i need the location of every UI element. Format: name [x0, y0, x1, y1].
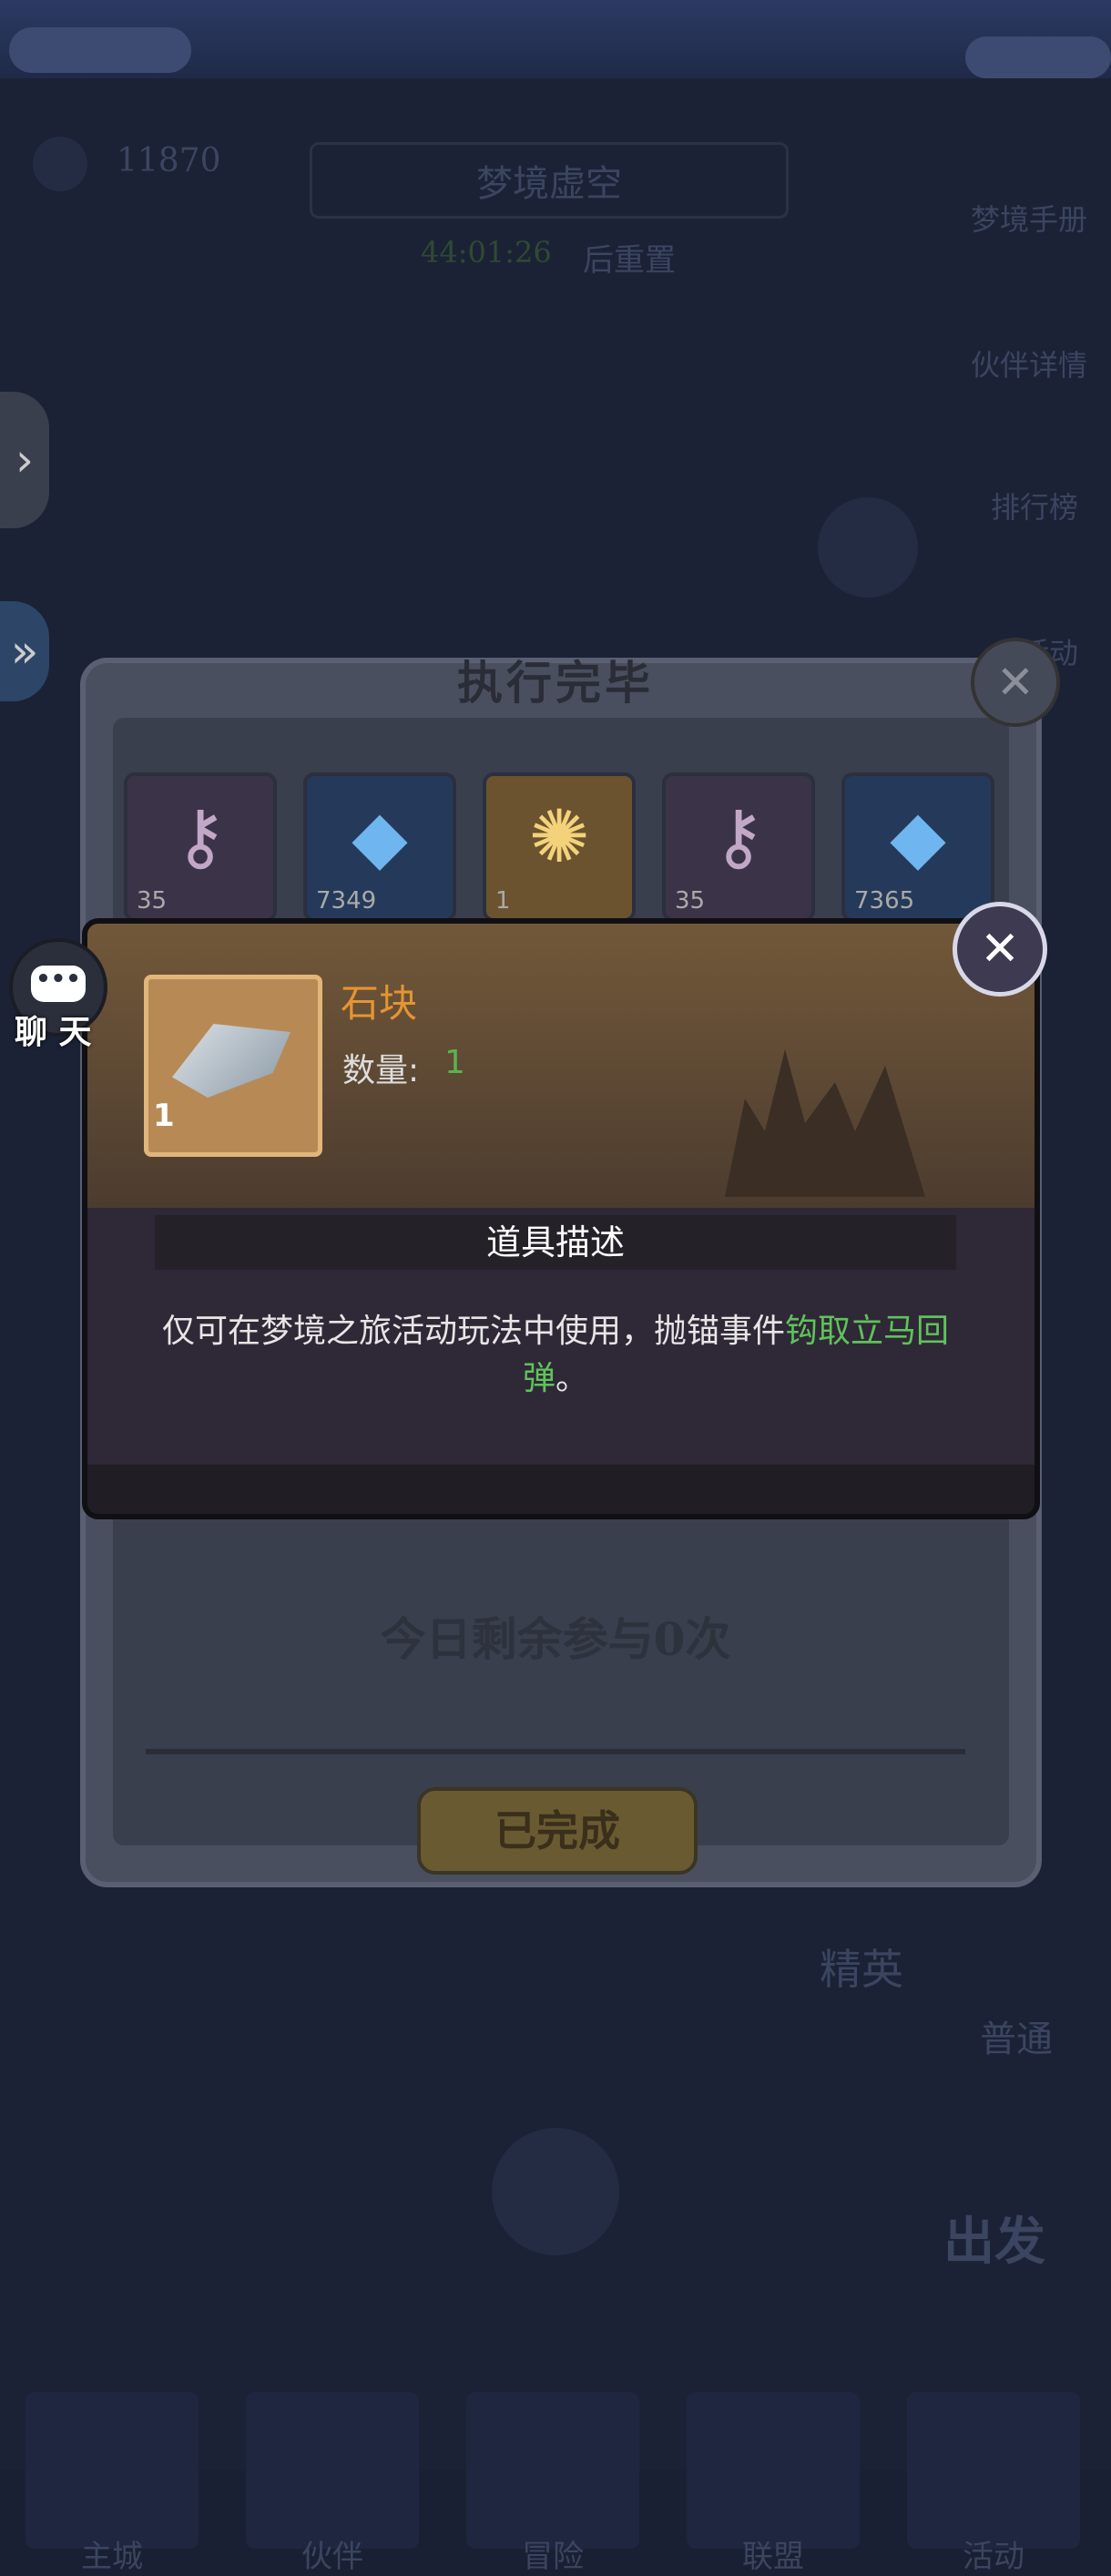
chat-bubble-icon: •••	[31, 966, 86, 1002]
nav-partner[interactable]: 伙伴	[246, 2392, 419, 2575]
normal-label[interactable]: 普通	[980, 2009, 1053, 2062]
reward-slot[interactable]: ⚷ 35	[662, 772, 815, 922]
desc-title: 道具描述	[485, 1222, 625, 1262]
side-quick-tab[interactable]: »	[0, 601, 49, 701]
reward-slot[interactable]: ⚷ 35	[124, 772, 277, 922]
crystal-icon: ◆	[890, 794, 946, 879]
reward-qty: 7349	[316, 887, 377, 915]
reward-slot[interactable]: ◆ 7349	[303, 772, 456, 922]
mode-title: 梦境虚空	[310, 142, 789, 219]
reset-timer: 44:01:26	[421, 235, 552, 270]
coin-icon	[33, 137, 87, 191]
item-count-label: 数量:	[342, 1052, 420, 1089]
elite-label[interactable]: 精英	[820, 1937, 903, 1997]
item-count-value: 1	[444, 1044, 465, 1081]
reward-qty: 7365	[854, 887, 915, 915]
nav-adventure[interactable]: 冒险	[466, 2392, 639, 2575]
chevron-right-icon: ›	[15, 434, 34, 486]
divider	[146, 1749, 965, 1754]
nav-label: 活动	[963, 2539, 1024, 2575]
desc-text: 仅可在梦境之旅活动玩法中使用，抛锚事件	[161, 1313, 785, 1350]
reward-slot[interactable]: ✺ 1	[483, 772, 636, 922]
double-chevron-icon: »	[10, 625, 39, 678]
key-icon: ⚷	[711, 794, 766, 879]
remaining-attempts: 今日剩余参与0次	[380, 1612, 731, 1666]
item-description: 仅可在梦境之旅活动玩法中使用，抛锚事件钩取立马回弹。	[146, 1308, 965, 1403]
reward-slot[interactable]: ◆ 7365	[841, 772, 994, 922]
currency-value: 11870	[117, 142, 221, 179]
close-icon: ✕	[980, 922, 1020, 976]
stone-icon	[172, 1024, 290, 1098]
menu-dream-manual[interactable]: 梦境手册	[971, 197, 1087, 239]
close-icon: ✕	[996, 656, 1035, 709]
reward-qty: 35	[675, 887, 706, 915]
completed-button[interactable]: 已完成	[417, 1787, 698, 1875]
nav-activity[interactable]: 活动	[907, 2392, 1080, 2575]
menu-ranking[interactable]: 排行榜	[991, 485, 1078, 526]
nav-label: 联盟	[742, 2539, 804, 2575]
item-detail-footer	[87, 1465, 1035, 1514]
chat-label[interactable]: 聊 天	[15, 1006, 92, 1053]
reward-qty: 35	[137, 887, 168, 915]
reward-qty: 1	[495, 887, 511, 915]
side-expand-tab[interactable]: ›	[0, 392, 49, 528]
desc-end: 。	[556, 1360, 589, 1397]
nav-alliance[interactable]: 联盟	[687, 2392, 860, 2575]
item-icon-qty: 1	[153, 1098, 175, 1134]
orb-icon: ✺	[528, 794, 590, 879]
nav-label: 伙伴	[301, 2539, 363, 2575]
castle-decoration	[725, 1049, 925, 1197]
menu-partner-detail[interactable]: 伙伴详情	[971, 342, 1087, 384]
result-close-button[interactable]: ✕	[971, 638, 1060, 727]
reset-suffix: 后重置	[583, 242, 676, 279]
item-name: 石块	[341, 981, 418, 1026]
key-icon: ⚷	[173, 794, 228, 879]
emblem-icon	[492, 2128, 619, 2255]
crystal-icon: ◆	[352, 794, 408, 879]
nav-main-city[interactable]: 主城	[25, 2392, 199, 2575]
result-dialog-title: 执行完毕	[457, 656, 654, 710]
nav-label: 冒险	[522, 2539, 584, 2575]
depart-button[interactable]: 出发	[943, 2201, 1045, 2274]
nav-label: 主城	[81, 2539, 143, 2575]
item-detail-close-button[interactable]: ✕	[953, 902, 1047, 997]
top-sky-banner	[0, 0, 1111, 78]
orb-icon	[818, 497, 918, 598]
